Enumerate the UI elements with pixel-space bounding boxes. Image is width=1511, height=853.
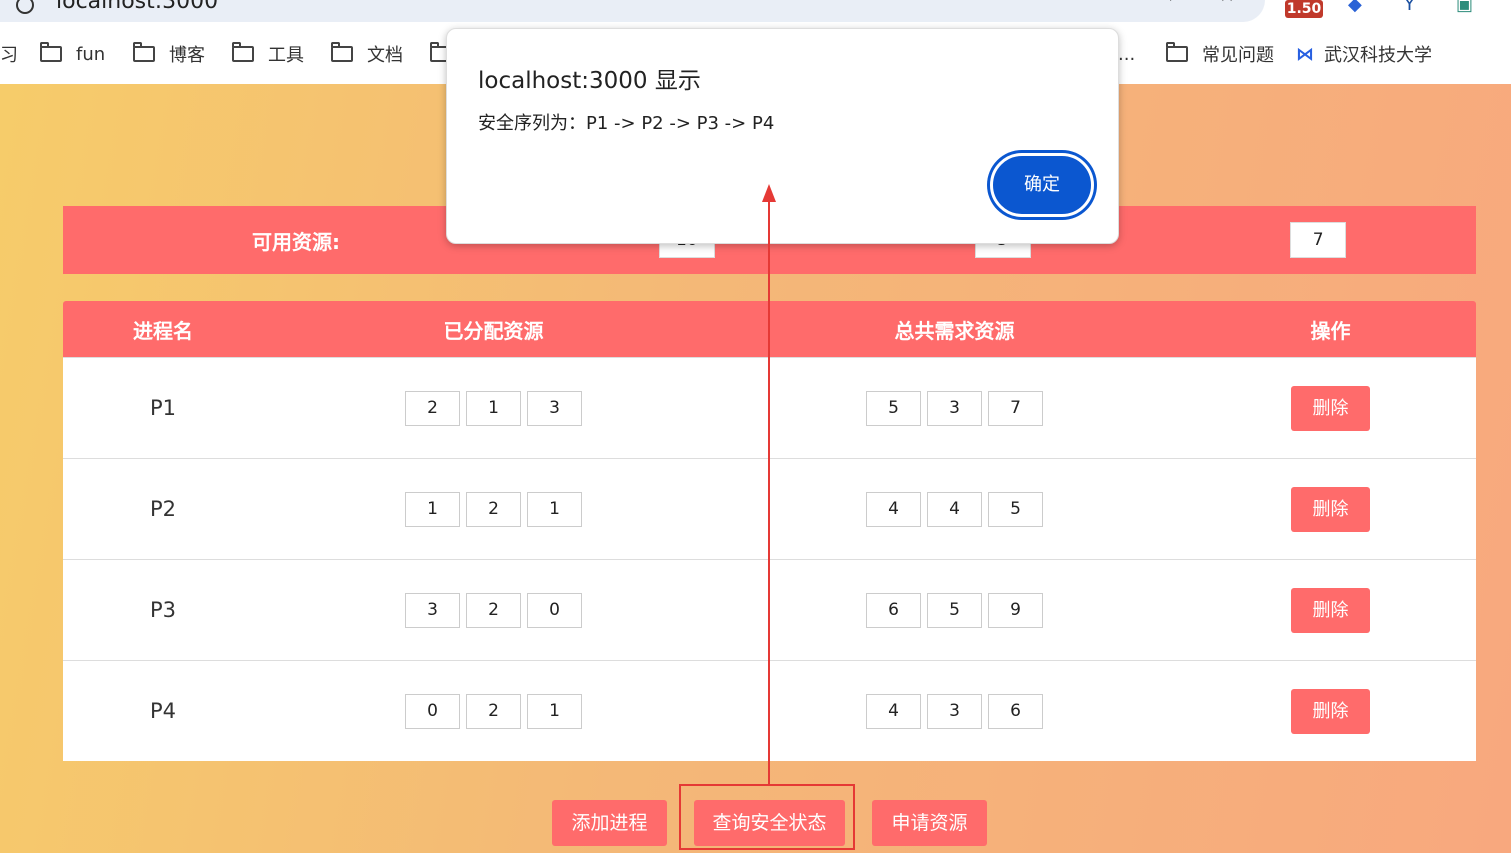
process-table: 进程名 已分配资源 总共需求资源 操作 P1 2 1 3 5 3 7 删除 P2… (63, 301, 1476, 761)
allocated-input[interactable]: 2 (466, 491, 521, 527)
dialog-title: localhost:3000 显示 (478, 68, 701, 94)
column-header-process: 进程名 (133, 318, 193, 343)
site-info-icon[interactable] (16, 0, 34, 14)
need-input[interactable]: 4 (866, 693, 921, 729)
available-resource-input[interactable]: 7 (1290, 222, 1347, 258)
need-input[interactable]: 3 (927, 390, 982, 426)
table-row: P1 2 1 3 5 3 7 删除 (63, 357, 1476, 458)
process-name: P1 (149, 396, 177, 420)
cast-icon[interactable]: ▭ (1122, 0, 1141, 4)
column-header-action: 操作 (1310, 318, 1351, 343)
folder-icon (1166, 42, 1188, 62)
need-input[interactable]: 5 (866, 390, 921, 426)
delete-button[interactable]: 删除 (1291, 385, 1370, 431)
extension-badge[interactable]: 1.50 (1285, 0, 1323, 18)
allocated-input[interactable]: 3 (527, 390, 582, 426)
column-header-need: 总共需求资源 (894, 318, 1015, 343)
need-input[interactable]: 6 (988, 693, 1043, 729)
bookmark-wust[interactable]: ⋈ 武汉科技大学 (1296, 38, 1432, 70)
process-name: P2 (149, 497, 177, 521)
need-input[interactable]: 5 (927, 592, 982, 628)
need-input[interactable]: 4 (866, 491, 921, 527)
allocated-input[interactable]: 0 (405, 693, 460, 729)
need-input[interactable]: 9 (988, 592, 1043, 628)
bookmark-blog[interactable]: 博客 (133, 38, 205, 70)
process-name: P4 (149, 699, 177, 723)
bookmark-partial[interactable]: 习 (0, 38, 18, 70)
address-bar[interactable]: localhost:3000 ▭ ⌕ ★ (0, 0, 1265, 22)
bookmark-faq[interactable]: 常见问题 (1166, 38, 1274, 70)
bookmark-docs[interactable]: 文档 (331, 38, 403, 70)
bookmark-truncated[interactable]: ... (1118, 38, 1135, 70)
delete-button[interactable]: 删除 (1291, 587, 1370, 633)
wust-logo-icon: ⋈ (1296, 43, 1314, 65)
table-row: P3 3 2 0 6 5 9 删除 (63, 559, 1476, 660)
folder-icon (232, 42, 254, 62)
bookmark-fun[interactable]: fun (40, 38, 105, 70)
folder-icon (331, 42, 353, 62)
request-resource-button[interactable]: 申请资源 (872, 800, 987, 846)
allocated-input[interactable]: 1 (527, 491, 582, 527)
table-row: P2 1 2 1 4 4 5 删除 (63, 458, 1476, 559)
delete-button[interactable]: 删除 (1291, 486, 1370, 532)
alert-dialog: localhost:3000 显示 安全序列为：P1 -> P2 -> P3 -… (446, 28, 1119, 244)
zoom-icon[interactable]: ⌕ (1170, 0, 1181, 4)
extension-icon[interactable]: ◆ (1348, 0, 1362, 14)
allocated-input[interactable]: 3 (405, 592, 460, 628)
folder-icon (133, 42, 155, 62)
need-input[interactable]: 4 (927, 491, 982, 527)
dialog-message: 安全序列为：P1 -> P2 -> P3 -> P4 (478, 113, 775, 134)
need-input[interactable]: 7 (988, 390, 1043, 426)
folder-icon (40, 42, 62, 62)
allocated-input[interactable]: 2 (405, 390, 460, 426)
table-row: P4 0 2 1 4 3 6 删除 (63, 660, 1476, 761)
need-input[interactable]: 6 (866, 592, 921, 628)
address-bar-url[interactable]: localhost:3000 (56, 0, 218, 16)
process-name: P3 (149, 598, 177, 622)
dialog-ok-button[interactable]: 确定 (990, 153, 1094, 217)
allocated-input[interactable]: 1 (466, 390, 521, 426)
allocated-input[interactable]: 2 (466, 693, 521, 729)
allocated-input[interactable]: 1 (527, 693, 582, 729)
allocated-input[interactable]: 1 (405, 491, 460, 527)
annotation-highlight-box (679, 784, 855, 850)
allocated-input[interactable]: 0 (527, 592, 582, 628)
bookmark-star-icon[interactable]: ★ (1218, 0, 1236, 4)
table-header: 进程名 已分配资源 总共需求资源 操作 (63, 301, 1476, 357)
bookmark-tools[interactable]: 工具 (232, 38, 304, 70)
need-input[interactable]: 3 (927, 693, 982, 729)
allocated-input[interactable]: 2 (466, 592, 521, 628)
need-input[interactable]: 5 (988, 491, 1043, 527)
extension-icon[interactable]: ▣ (1456, 0, 1473, 14)
column-header-allocated: 已分配资源 (443, 318, 544, 343)
delete-button[interactable]: 删除 (1291, 688, 1370, 734)
extension-icon[interactable]: Y (1404, 0, 1415, 14)
add-process-button[interactable]: 添加进程 (552, 800, 667, 846)
